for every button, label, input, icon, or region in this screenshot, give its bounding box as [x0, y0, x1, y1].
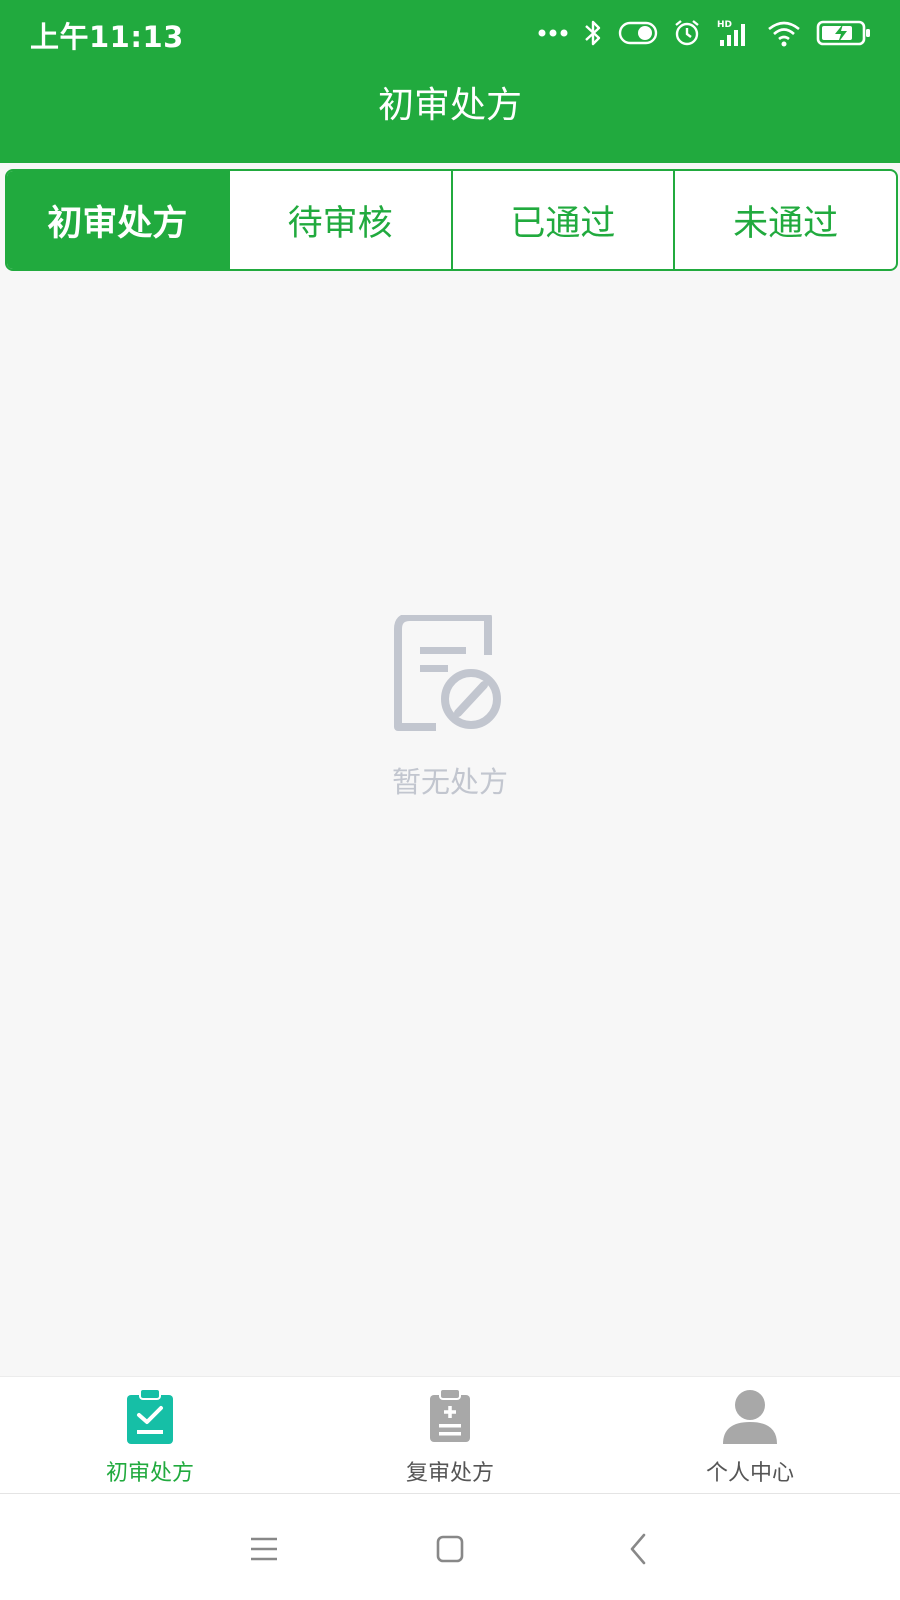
- page-title: 初审处方: [377, 85, 522, 126]
- app-header: 上午11:13 HD 初审处方: [0, 0, 900, 163]
- system-nav-bar: [0, 1493, 900, 1600]
- user-icon: [723, 1390, 777, 1444]
- tab-pending[interactable]: 待审核: [227, 171, 451, 269]
- bottom-nav-profile[interactable]: 个人中心: [600, 1377, 900, 1494]
- status-bar: 上午11:13 HD: [0, 0, 900, 66]
- bottom-nav-label: 初审处方: [105, 1461, 194, 1486]
- bluetooth-icon: [582, 18, 604, 48]
- clipboard-plus-icon: [430, 1388, 470, 1442]
- more-dots-icon: [538, 28, 568, 38]
- svg-text:HD: HD: [717, 20, 732, 30]
- menu-icon[interactable]: [239, 1524, 289, 1574]
- battery-charging-icon: [816, 18, 872, 48]
- hd-signal-icon: HD: [716, 18, 752, 48]
- status-time: 上午11:13: [30, 20, 184, 54]
- toggle-icon: [618, 20, 658, 46]
- back-icon[interactable]: [613, 1524, 663, 1574]
- filter-tabs: 初审处方 待审核 已通过 未通过: [5, 169, 898, 271]
- clipboard-check-icon: [127, 1388, 173, 1444]
- no-prescription-icon: [394, 615, 501, 731]
- wifi-icon: [766, 18, 802, 48]
- bottom-nav-second-review[interactable]: 复审处方: [300, 1377, 600, 1494]
- bottom-nav-label: 个人中心: [705, 1461, 794, 1486]
- bottom-nav-initial-review[interactable]: 初审处方: [0, 1377, 300, 1494]
- tab-rejected[interactable]: 未通过: [673, 171, 896, 269]
- tab-passed[interactable]: 已通过: [450, 171, 674, 269]
- status-icons: HD: [538, 16, 872, 50]
- bottom-nav: 初审处方 复审处方 个人中心: [0, 1376, 900, 1493]
- empty-state: 暂无处方: [0, 615, 900, 801]
- bottom-nav-label: 复审处方: [405, 1461, 494, 1486]
- empty-message: 暂无处方: [391, 765, 508, 799]
- home-icon[interactable]: [425, 1524, 475, 1574]
- tab-initial-review[interactable]: 初审处方: [7, 171, 228, 269]
- alarm-icon: [672, 18, 702, 48]
